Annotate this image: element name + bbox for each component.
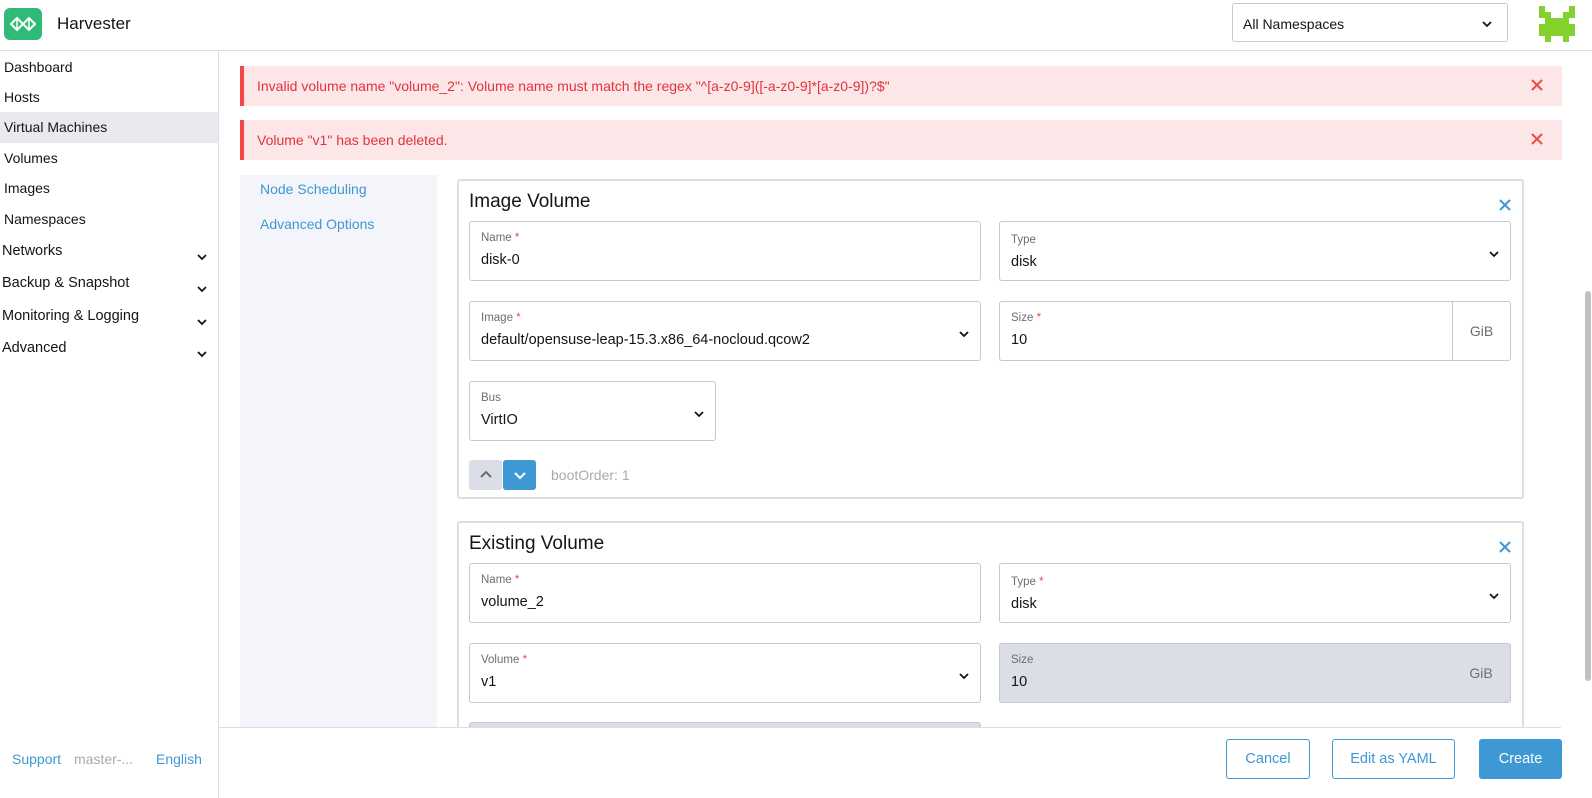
error-alert: Invalid volume name "volume_2": Volume n… — [240, 66, 1562, 106]
name-input[interactable]: disk-0 — [481, 252, 520, 268]
name-field[interactable]: Name * disk-0 — [469, 221, 981, 281]
type-select-value: disk — [1011, 254, 1037, 270]
chevron-down-icon — [958, 669, 970, 687]
field-label: Size — [1011, 312, 1034, 324]
size-unit: GiB — [1469, 665, 1493, 681]
sidebar-group-label: Backup & Snapshot — [2, 275, 130, 291]
close-icon[interactable] — [1498, 540, 1512, 559]
field-label: Type — [1011, 234, 1036, 246]
type-select-value: disk — [1011, 596, 1037, 612]
sidebar-item-namespaces[interactable]: Namespaces — [0, 204, 218, 235]
sidebar-item-dashboard[interactable]: Dashboard — [0, 52, 218, 83]
language-link[interactable]: English — [156, 751, 202, 767]
sidebar-group-label: Networks — [2, 243, 63, 259]
error-alert: Volume "v1" has been deleted. — [240, 120, 1562, 160]
create-button[interactable]: Create — [1479, 739, 1562, 779]
chevron-down-icon — [1488, 247, 1500, 265]
move-down-button[interactable] — [503, 460, 536, 490]
tab-node-scheduling[interactable]: Node Scheduling — [260, 181, 367, 197]
type-select[interactable]: Type disk — [999, 221, 1511, 281]
app-title: Harvester — [57, 14, 131, 33]
type-select[interactable]: Type * disk — [999, 563, 1511, 623]
size-input[interactable]: 10 — [1011, 332, 1027, 348]
form-tabs: Node Scheduling Advanced Options — [240, 175, 437, 728]
namespace-select[interactable]: All Namespaces — [1232, 3, 1508, 42]
field-label: Size — [1011, 654, 1034, 666]
close-icon[interactable] — [1498, 198, 1512, 217]
chevron-down-icon — [196, 341, 208, 371]
sidebar-group-advanced[interactable]: Advanced — [0, 333, 218, 363]
chevron-down-icon — [1488, 589, 1500, 607]
sidebar-item-images[interactable]: Images — [0, 173, 218, 204]
sidebar-group-label: Advanced — [2, 340, 67, 356]
size-field[interactable]: Size * 10 GiB — [999, 301, 1511, 361]
close-icon[interactable] — [1530, 78, 1544, 97]
volume-select[interactable]: Volume * v1 — [469, 643, 981, 703]
chevron-down-icon — [693, 407, 705, 425]
bus-select-value: VirtIO — [481, 412, 518, 428]
size-unit: GiB — [1452, 302, 1510, 360]
image-select[interactable]: Image * default/opensuse-leap-15.3.x86_6… — [469, 301, 981, 361]
sidebar-item-hosts[interactable]: Hosts — [0, 82, 218, 113]
close-icon[interactable] — [1530, 132, 1544, 151]
sidebar-item-virtual-machines[interactable]: Virtual Machines — [0, 112, 218, 143]
volume-card-title: Image Volume — [469, 191, 591, 212]
chevron-down-icon — [1481, 17, 1493, 35]
move-up-button[interactable] — [469, 460, 502, 490]
tab-advanced-options[interactable]: Advanced Options — [260, 216, 374, 232]
sidebar-group-networks[interactable]: Networks — [0, 236, 218, 266]
name-input[interactable]: volume_2 — [481, 594, 544, 610]
namespace-select-value: All Namespaces — [1243, 16, 1345, 32]
field-label: Type — [1011, 576, 1036, 588]
user-avatar-icon[interactable] — [1539, 6, 1575, 42]
harvester-logo-icon[interactable] — [4, 8, 42, 40]
edit-as-yaml-button[interactable]: Edit as YAML — [1332, 739, 1455, 779]
sidebar-group-backup-snapshot[interactable]: Backup & Snapshot — [0, 268, 218, 298]
image-select-value: default/opensuse-leap-15.3.x86_64-noclou… — [481, 332, 810, 348]
app-header: Harvester All Namespaces — [0, 0, 1592, 51]
sidebar: Dashboard Hosts Virtual Machines Volumes… — [0, 51, 219, 798]
form-footer: Cancel Edit as YAML Create — [219, 727, 1562, 798]
field-label: Name — [481, 232, 512, 244]
scrollbar-thumb[interactable] — [1585, 291, 1591, 681]
size-field: Size 10 GiB — [999, 643, 1511, 703]
boot-order-label: bootOrder: 1 — [551, 467, 630, 483]
scrollbar[interactable] — [1583, 51, 1592, 798]
sidebar-item-volumes[interactable]: Volumes — [0, 143, 218, 174]
chevron-down-icon — [958, 327, 970, 345]
field-label: Image — [481, 312, 513, 324]
alert-message: Volume "v1" has been deleted. — [257, 132, 448, 148]
size-input: 10 — [1011, 674, 1028, 690]
support-link[interactable]: Support — [12, 751, 61, 767]
volume-card-title: Existing Volume — [469, 533, 605, 554]
bus-select[interactable]: Bus VirtIO — [469, 381, 716, 441]
image-volume-card: Image Volume Name * disk-0 Type disk Ima… — [457, 179, 1524, 499]
field-label: Name — [481, 574, 512, 586]
version-label: master-... — [74, 751, 134, 767]
field-label: Volume — [481, 654, 520, 666]
cancel-button[interactable]: Cancel — [1226, 739, 1310, 779]
volume-select-value: v1 — [481, 674, 497, 690]
sidebar-group-label: Monitoring & Logging — [2, 308, 140, 324]
name-field[interactable]: Name * volume_2 — [469, 563, 981, 623]
existing-volume-card: Existing Volume Name * volume_2 Type * d… — [457, 521, 1524, 728]
field-label: Bus — [481, 392, 501, 404]
sidebar-group-monitoring-logging[interactable]: Monitoring & Logging — [0, 301, 218, 331]
alert-message: Invalid volume name "volume_2": Volume n… — [257, 78, 890, 94]
